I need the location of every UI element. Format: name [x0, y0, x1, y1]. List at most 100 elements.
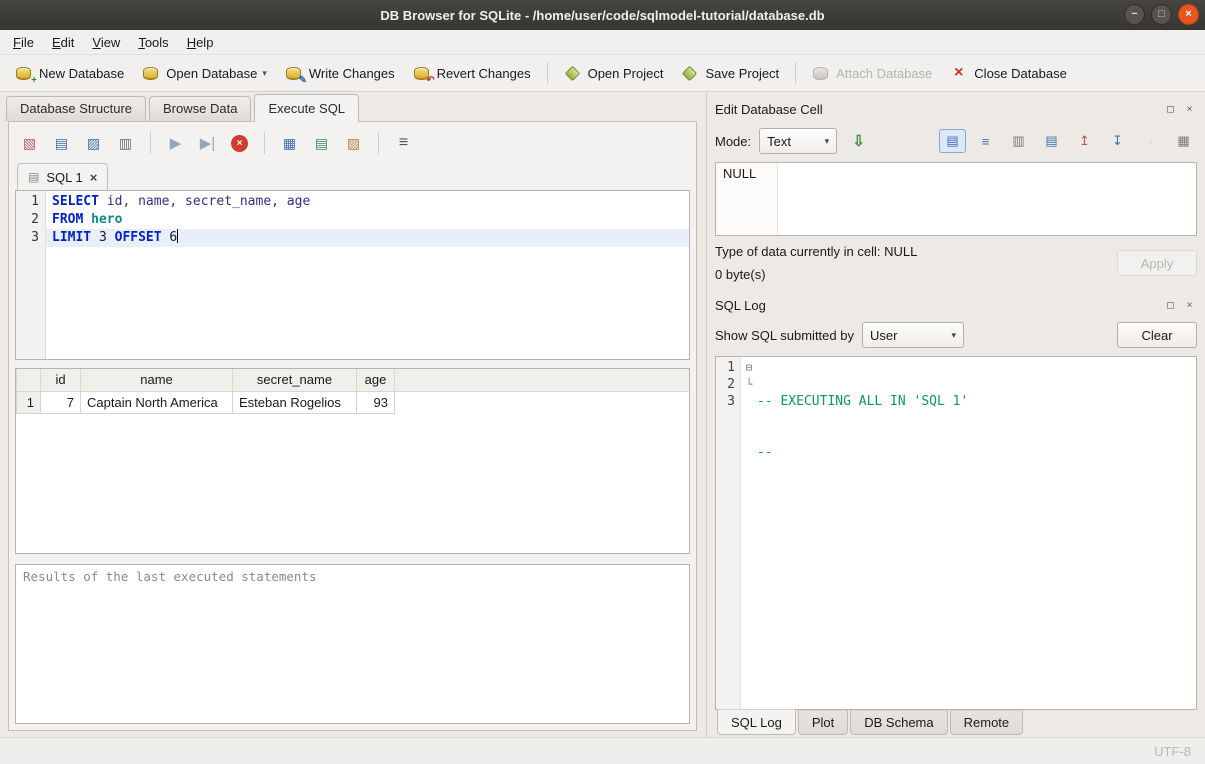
- save-project-icon: [681, 66, 698, 81]
- tab-plot[interactable]: Plot: [798, 710, 848, 735]
- format-code-icon: ≡: [399, 134, 408, 152]
- column-header-secret-name[interactable]: secret_name: [233, 369, 357, 391]
- sql-log-view[interactable]: 1 2 3 ⊟ └ -- EXECUTING ALL IN 'SQL 1' --: [715, 356, 1197, 710]
- column-header-name[interactable]: name: [81, 369, 233, 391]
- save-results-button[interactable]: ▤: [307, 130, 336, 156]
- menu-edit[interactable]: Edit: [43, 32, 83, 53]
- copy-icon: ▥: [1012, 133, 1024, 149]
- toolbar-separator: [264, 132, 265, 154]
- word-wrap-button[interactable]: ≡: [972, 129, 999, 153]
- import-cell-data-button[interactable]: ⇩: [845, 129, 872, 153]
- import-arrow-icon: ↧: [1112, 133, 1123, 149]
- cell-age[interactable]: 93: [357, 391, 395, 413]
- code-line: FROM hero: [46, 211, 689, 229]
- close-database-button[interactable]: × Close Database: [941, 61, 1076, 86]
- toolbar-separator: [378, 132, 379, 154]
- tab-db-schema[interactable]: DB Schema: [850, 710, 947, 735]
- print-sql-button[interactable]: ▥: [111, 130, 140, 156]
- sql-editor[interactable]: 1 2 3 SELECT id, name, secret_name, age …: [15, 190, 690, 360]
- fold-collapse-icon[interactable]: ⊟: [741, 359, 757, 376]
- copy-cell-button[interactable]: ▥: [1005, 129, 1032, 153]
- sql-log-title: SQL Log: [715, 298, 1159, 313]
- write-changes-button[interactable]: ✎ Write Changes: [276, 61, 404, 86]
- revert-changes-button[interactable]: ↶ Revert Changes: [404, 61, 540, 86]
- open-database-button[interactable]: Open Database ▾: [133, 61, 276, 86]
- save-results-icon: ▤: [315, 135, 328, 152]
- write-changes-icon: ✎: [285, 66, 302, 81]
- cell-name[interactable]: Captain North America: [81, 391, 233, 413]
- print-icon: ▦: [1177, 133, 1189, 149]
- column-header-age[interactable]: age: [357, 369, 395, 391]
- set-null-button: ∙: [1137, 129, 1164, 153]
- execution-message-pane[interactable]: Results of the last executed statements: [15, 564, 690, 724]
- log-line: -- EXECUTING ALL IN 'SQL 1': [757, 393, 1196, 410]
- table-row: 1 7 Captain North America Esteban Rogeli…: [17, 391, 690, 413]
- chevron-down-icon: ▾: [825, 136, 830, 147]
- menu-help[interactable]: Help: [178, 32, 223, 53]
- main-tabbar: Database Structure Browse Data Execute S…: [0, 92, 706, 121]
- close-database-icon: ×: [950, 66, 967, 81]
- menu-tools[interactable]: Tools: [129, 32, 177, 53]
- attach-database-icon: [812, 66, 829, 81]
- toolbar-separator: [150, 132, 151, 154]
- editor-text[interactable]: SELECT id, name, secret_name, age FROM h…: [46, 191, 689, 359]
- tab-remote[interactable]: Remote: [950, 710, 1024, 735]
- clear-button[interactable]: Clear: [1117, 322, 1197, 348]
- tab-database-structure[interactable]: Database Structure: [6, 96, 146, 121]
- cell-editor[interactable]: NULL: [715, 162, 1197, 236]
- tab-execute-sql[interactable]: Execute SQL: [254, 94, 359, 122]
- log-filter-combobox[interactable]: User ▾: [862, 322, 964, 348]
- cell-size-info: 0 byte(s): [715, 267, 1117, 282]
- new-database-button[interactable]: + New Database: [6, 61, 133, 86]
- text-document-icon: ▤: [946, 133, 958, 149]
- save-cell-button[interactable]: ▤: [1038, 129, 1065, 153]
- execute-sql-toolbar: ▧ ▤ ▨ ▥ ▶ ▶| × ▦ ▤ ▨ ≡: [15, 128, 690, 158]
- close-panel-icon[interactable]: ×: [1182, 102, 1197, 117]
- cell-mode-row: Mode: Text ▾ ⇩ ▤ ≡ ▥ ▤ ↥ ↧ ∙ ▦: [715, 124, 1197, 158]
- menu-view[interactable]: View: [83, 32, 129, 53]
- float-panel-icon[interactable]: ◻: [1163, 298, 1178, 313]
- execute-all-button[interactable]: ▶: [161, 130, 190, 156]
- open-query-button[interactable]: ▨: [339, 130, 368, 156]
- export-cell-button[interactable]: ↥: [1071, 129, 1098, 153]
- save-sql-as-button[interactable]: ▨: [79, 130, 108, 156]
- menu-file[interactable]: File: [4, 32, 43, 53]
- fold-margin: ⊟ └: [741, 357, 757, 709]
- float-panel-icon[interactable]: ◻: [1163, 102, 1178, 117]
- save-icon: ▤: [1045, 133, 1057, 149]
- print-icon: ▥: [119, 135, 132, 152]
- cell-secret-name[interactable]: Esteban Rogelios: [233, 391, 357, 413]
- open-project-button[interactable]: Open Project: [555, 61, 673, 86]
- log-text: -- EXECUTING ALL IN 'SQL 1' --: [757, 357, 1196, 709]
- cell-id[interactable]: 7: [41, 391, 81, 413]
- open-sql-file-button[interactable]: ▧: [15, 130, 44, 156]
- row-number-header: [17, 369, 41, 391]
- encoding-label: UTF-8: [1154, 744, 1191, 759]
- save-project-button[interactable]: Save Project: [672, 61, 788, 86]
- dock-tabbar: SQL Log Plot DB Schema Remote: [715, 710, 1197, 737]
- text-cursor: [177, 229, 178, 243]
- open-database-dropdown-icon[interactable]: ▾: [262, 68, 267, 79]
- close-panel-icon[interactable]: ×: [1182, 298, 1197, 313]
- format-code-button[interactable]: ≡: [389, 130, 418, 156]
- mode-combobox[interactable]: Text ▾: [759, 128, 837, 154]
- stop-execution-button[interactable]: ×: [225, 130, 254, 156]
- execute-line-button[interactable]: ▶|: [193, 130, 222, 156]
- save-sql-file-button[interactable]: ▤: [47, 130, 76, 156]
- minimize-icon[interactable]: −: [1124, 4, 1145, 25]
- maximize-icon[interactable]: □: [1151, 4, 1172, 25]
- export-results-button[interactable]: ▦: [275, 130, 304, 156]
- print-cell-button[interactable]: ▦: [1170, 129, 1197, 153]
- close-sql-tab-icon[interactable]: ×: [90, 170, 98, 185]
- sql-tab-icon: ▤: [28, 170, 39, 184]
- import-cell-button[interactable]: ↧: [1104, 129, 1131, 153]
- text-mode-button[interactable]: ▤: [939, 129, 966, 153]
- tab-browse-data[interactable]: Browse Data: [149, 96, 251, 121]
- tab-sql-1[interactable]: ▤ SQL 1 ×: [17, 163, 108, 190]
- header-filler: [395, 369, 690, 391]
- tab-sql-log[interactable]: SQL Log: [717, 709, 796, 735]
- edit-cell-header: Edit Database Cell ◻ ×: [715, 98, 1197, 120]
- close-window-icon[interactable]: ×: [1178, 4, 1199, 25]
- column-header-id[interactable]: id: [41, 369, 81, 391]
- row-number-cell[interactable]: 1: [17, 391, 41, 413]
